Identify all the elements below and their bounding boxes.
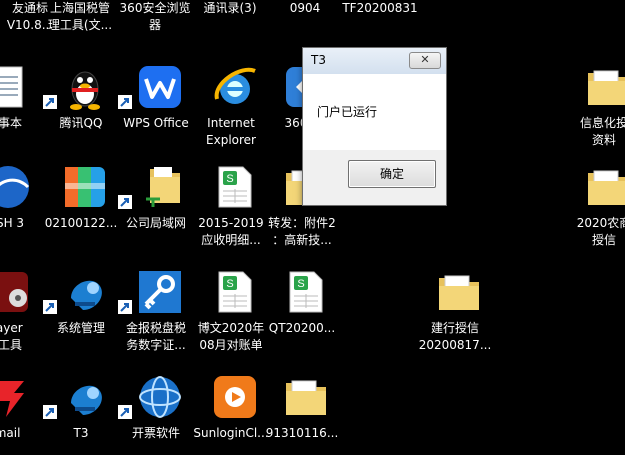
spreadsheet-icon: S <box>211 268 259 316</box>
sh3-app-icon <box>0 163 32 211</box>
folder-icon <box>435 268 483 316</box>
icon-label-tf20200831[interactable]: TF20200831 <box>330 0 430 17</box>
icon-label: 91310116... <box>265 426 339 440</box>
icon-label: 转发：附件2 ：高新技... <box>268 216 336 247</box>
dialog-titlebar[interactable]: T3 ✕ <box>303 48 446 74</box>
svg-text:S: S <box>226 278 233 290</box>
close-button[interactable]: ✕ <box>409 52 441 69</box>
folder-icon <box>584 163 625 211</box>
spreadsheet-icon: S <box>211 163 259 211</box>
spreadsheet-icon: S <box>282 268 330 316</box>
shortcut-arrow-icon <box>118 405 132 419</box>
t3-message-dialog: T3 ✕ 门户已运行 确定 <box>302 47 447 206</box>
network-folder-icon <box>136 163 184 211</box>
folder-icon <box>282 373 330 421</box>
icon-label: 信息化投 资料 <box>579 116 625 147</box>
player-tool-icon <box>0 268 32 316</box>
icon-label: QT20200... <box>268 321 336 335</box>
shortcut-arrow-icon <box>43 300 57 314</box>
system-management-icon <box>61 268 109 316</box>
archive-app-icon <box>61 163 109 211</box>
icon-label: 建行授信 20200817... <box>418 321 492 352</box>
svg-text:S: S <box>297 278 304 290</box>
ok-button[interactable]: 确定 <box>348 160 436 188</box>
qq-penguin-icon <box>61 63 109 111</box>
shortcut-arrow-icon <box>118 95 132 109</box>
dialog-message: 门户已运行 <box>317 105 378 119</box>
folder-icon <box>584 63 625 111</box>
wps-office-icon <box>136 63 184 111</box>
shortcut-arrow-icon <box>43 95 57 109</box>
key-certificate-icon <box>136 268 184 316</box>
foxmail-icon <box>0 373 32 421</box>
internet-explorer-icon <box>211 63 259 111</box>
t3-app-icon <box>61 373 109 421</box>
dialog-title: T3 <box>311 53 326 67</box>
sunlogin-icon <box>211 373 259 421</box>
shortcut-arrow-icon <box>43 405 57 419</box>
notepad-icon <box>0 63 32 111</box>
shortcut-arrow-icon <box>118 195 132 209</box>
icon-label: 2020农商 授信 <box>576 216 625 247</box>
dialog-body: 门户已运行 <box>303 74 446 150</box>
invoice-globe-icon <box>136 373 184 421</box>
shortcut-arrow-icon <box>118 300 132 314</box>
svg-text:S: S <box>226 173 233 185</box>
